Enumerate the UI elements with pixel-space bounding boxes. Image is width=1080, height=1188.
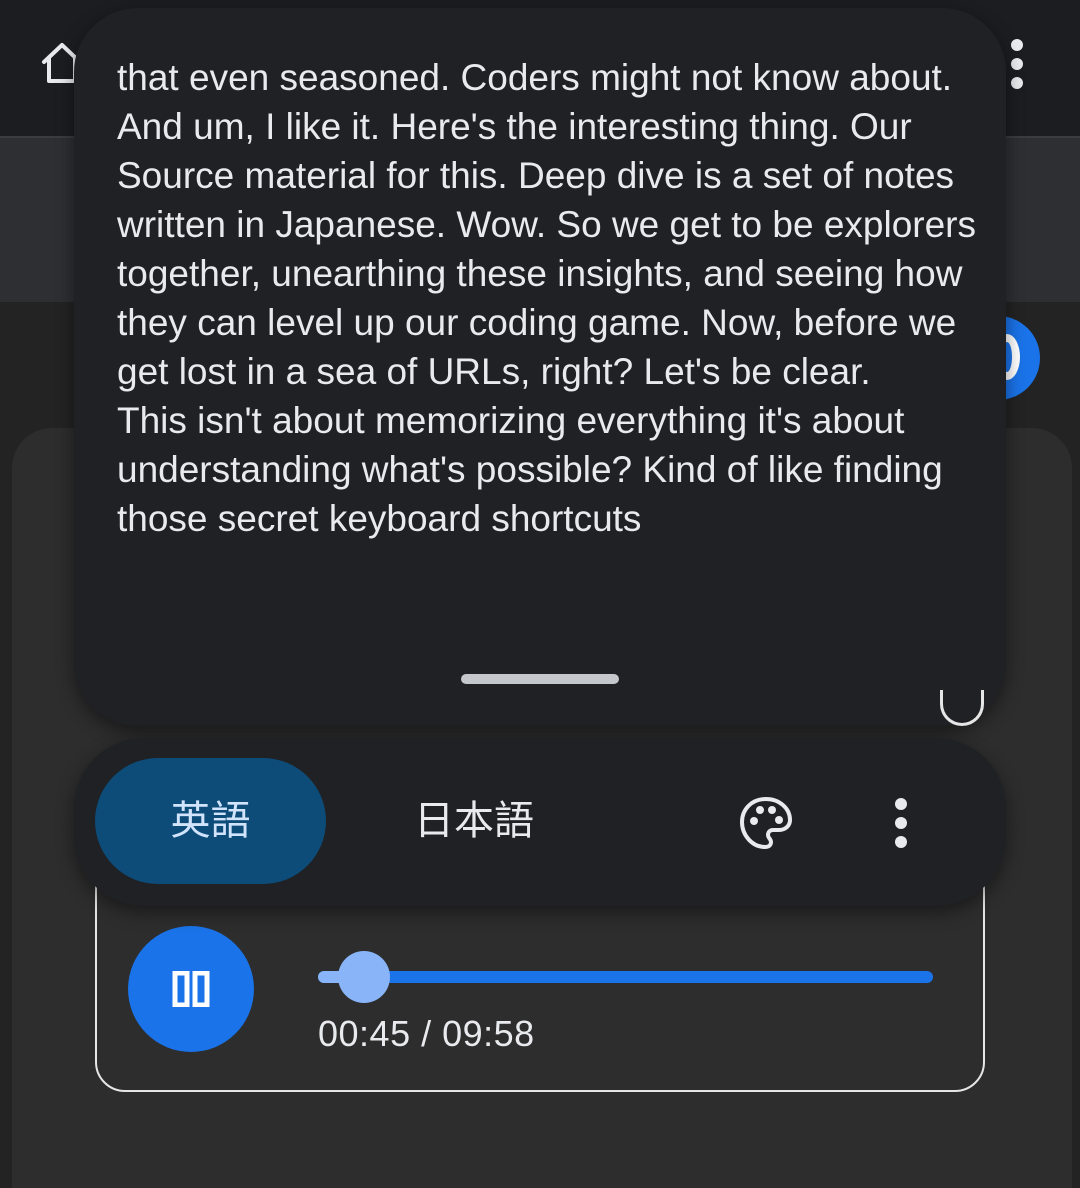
transcript-popup: that even seasoned. Coders might not kno… <box>74 8 1006 726</box>
pause-button[interactable] <box>128 926 254 1052</box>
tab-english[interactable]: 英語 <box>95 758 326 884</box>
seek-thumb[interactable] <box>338 951 391 1003</box>
playback-time: 00:45 / 09:58 <box>318 1013 535 1054</box>
tab-japanese[interactable]: 日本語 <box>374 758 574 884</box>
palette-icon[interactable] <box>738 795 794 851</box>
more-vert-icon[interactable] <box>884 796 918 850</box>
seek-bar[interactable] <box>318 971 933 983</box>
pause-icon <box>172 971 210 1007</box>
transcript-text: that even seasoned. Coders might not kno… <box>117 57 977 539</box>
drag-handle[interactable] <box>461 674 619 684</box>
language-toolbar: 英語 日本語 <box>74 738 1006 906</box>
